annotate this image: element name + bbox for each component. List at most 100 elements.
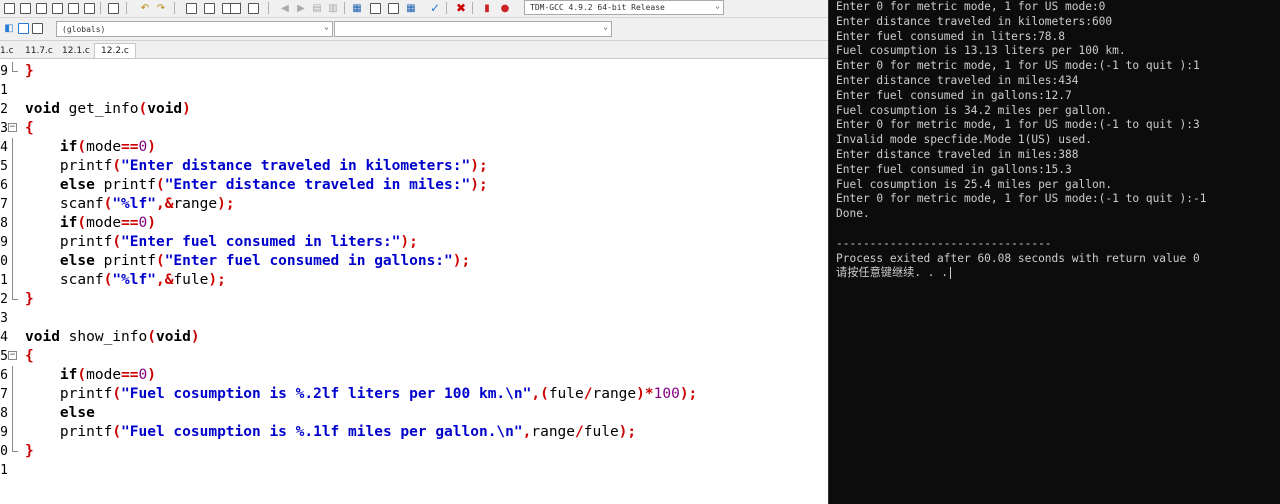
- open-project-icon[interactable]: [2, 1, 16, 15]
- code-line[interactable]: 9 printf("Fuel cosumption is %.1lf miles…: [0, 423, 828, 442]
- console-line: Enter fuel consumed in gallons:12.7: [836, 88, 1072, 102]
- fold-guide: [12, 157, 13, 176]
- code-line[interactable]: 6 if(mode==0): [0, 366, 828, 385]
- console-line: Enter fuel consumed in gallons:15.3: [836, 162, 1072, 176]
- compiler-select[interactable]: TDM-GCC 4.9.2 64-bit Release ⌄: [524, 0, 724, 15]
- profile-icon[interactable]: ▮: [480, 1, 494, 15]
- code-text: void get_info(void): [25, 101, 191, 117]
- forward-arrow-icon[interactable]: ▶: [294, 1, 308, 15]
- line-number: 2: [0, 102, 8, 117]
- print-icon[interactable]: [106, 1, 120, 15]
- scope-select-value: (globals): [62, 24, 106, 34]
- code-line[interactable]: 8 else: [0, 404, 828, 423]
- close-file-icon[interactable]: [50, 1, 64, 15]
- member-select[interactable]: ⌄: [334, 21, 612, 37]
- code-line[interactable]: 5 printf("Enter distance traveled in kil…: [0, 157, 828, 176]
- fold-guide: [12, 62, 18, 72]
- code-line[interactable]: 9 printf("Enter fuel consumed in liters:…: [0, 233, 828, 252]
- fold-guide: [12, 366, 13, 385]
- run-icon[interactable]: [368, 1, 382, 15]
- line-number: 1: [0, 83, 8, 98]
- stop-execution-icon[interactable]: ✖: [454, 1, 468, 15]
- code-text: {: [25, 120, 34, 136]
- code-line[interactable]: 9}: [0, 62, 828, 81]
- console-line: Process exited after 60.08 seconds with …: [836, 251, 1200, 265]
- fold-guide: [12, 423, 13, 442]
- code-line[interactable]: 4 void show_info(void): [0, 328, 828, 347]
- tab-11-7c[interactable]: 11.7.c: [19, 43, 59, 58]
- code-line[interactable]: 2 void get_info(void): [0, 100, 828, 119]
- bookmark-icon[interactable]: [246, 1, 260, 15]
- console-window[interactable]: Enter 0 for metric mode, 1 for US mode:0…: [829, 0, 1280, 504]
- code-line[interactable]: 2}: [0, 290, 828, 309]
- code-text: else printf("Enter distance traveled in …: [59, 177, 488, 193]
- tab-12-1c[interactable]: 12.1.c: [56, 43, 96, 58]
- code-text: printf("Enter distance traveled in kilom…: [25, 158, 488, 174]
- fold-toggle-icon[interactable]: −: [8, 123, 17, 132]
- fold-guide: [12, 404, 13, 423]
- code-editor[interactable]: 9} 1 2 void get_info(void) 3−{4 if(mode==0) 5…: [0, 59, 828, 504]
- save-all-icon[interactable]: [34, 1, 48, 15]
- fold-guide: [12, 233, 13, 252]
- line-number: 8: [0, 406, 8, 421]
- undo-icon[interactable]: ↶: [138, 1, 152, 15]
- fold-guide: [12, 385, 13, 404]
- code-text: if(mode==0): [59, 215, 156, 231]
- code-line[interactable]: 4 if(mode==0): [0, 138, 828, 157]
- find-icon[interactable]: [184, 1, 198, 15]
- code-line[interactable]: 3: [0, 309, 828, 328]
- code-line[interactable]: 1: [0, 81, 828, 100]
- code-line[interactable]: 6 else printf("Enter distance traveled i…: [0, 176, 828, 195]
- unindent-icon[interactable]: ▥: [326, 1, 340, 15]
- line-number: 9: [0, 235, 8, 250]
- back-arrow-icon[interactable]: ◀: [278, 1, 292, 15]
- redo-icon[interactable]: ↷: [154, 1, 168, 15]
- console-line: Enter 0 for metric mode, 1 for US mode:(…: [836, 118, 1200, 132]
- scope-select[interactable]: (globals) ⌄: [56, 21, 333, 37]
- code-line[interactable]: 0}: [0, 442, 828, 461]
- insert-icon[interactable]: [16, 21, 30, 35]
- code-line[interactable]: 5−{: [0, 347, 828, 366]
- code-line[interactable]: 0 else printf("Enter fuel consumed in ga…: [0, 252, 828, 271]
- class-browser-icon[interactable]: ◧: [2, 21, 16, 35]
- close-project-icon[interactable]: [82, 1, 96, 15]
- syntax-check-icon[interactable]: ✓: [428, 1, 442, 15]
- code-line[interactable]: 1 scanf("%lf",&fule);: [0, 271, 828, 290]
- code-line[interactable]: 3−{: [0, 119, 828, 138]
- line-number: 4: [0, 140, 8, 155]
- text-cursor: [950, 267, 951, 280]
- tab-12-2c[interactable]: 12.2.c: [94, 43, 136, 58]
- indent-icon[interactable]: ▤: [310, 1, 324, 15]
- code-text: else: [59, 405, 95, 421]
- tab-1c[interactable]: 1.c: [0, 43, 20, 58]
- toggle-bookmark-icon[interactable]: [30, 21, 44, 35]
- code-text: else printf("Enter fuel consumed in gall…: [59, 253, 471, 269]
- rebuild-all-icon[interactable]: ▦: [404, 1, 418, 15]
- debug-icon[interactable]: ●: [498, 1, 512, 15]
- compile-icon[interactable]: ▦: [350, 1, 364, 15]
- replace-icon[interactable]: [202, 1, 216, 15]
- close-all-icon[interactable]: [66, 1, 80, 15]
- code-line[interactable]: 8 if(mode==0): [0, 214, 828, 233]
- fold-guide: [12, 442, 18, 452]
- code-line[interactable]: 7 printf("Fuel cosumption is %.2lf liter…: [0, 385, 828, 404]
- chevron-down-icon: ⌄: [603, 22, 608, 31]
- line-number: 3: [0, 311, 8, 326]
- code-text: printf("Fuel cosumption is %.2lf liters …: [25, 386, 698, 402]
- line-number: 7: [0, 387, 8, 402]
- code-line[interactable]: 7 scanf("%lf",&range);: [0, 195, 828, 214]
- console-line: Enter fuel consumed in liters:78.8: [836, 29, 1066, 43]
- code-text: scanf("%lf",&fule);: [25, 272, 226, 288]
- line-number: 9: [0, 64, 8, 79]
- compile-run-icon[interactable]: [386, 1, 400, 15]
- save-icon[interactable]: [18, 1, 32, 15]
- console-line: Enter 0 for metric mode, 1 for US mode:(…: [836, 59, 1200, 73]
- goto-line-icon[interactable]: [228, 1, 242, 15]
- line-number: 6: [0, 368, 8, 383]
- console-output: Enter 0 for metric mode, 1 for US mode:0…: [836, 0, 1206, 281]
- console-line: Enter 0 for metric mode, 1 for US mode:0: [836, 0, 1106, 13]
- code-line[interactable]: 1: [0, 461, 828, 480]
- code-text: void show_info(void): [25, 329, 200, 345]
- fold-toggle-icon[interactable]: −: [8, 351, 17, 360]
